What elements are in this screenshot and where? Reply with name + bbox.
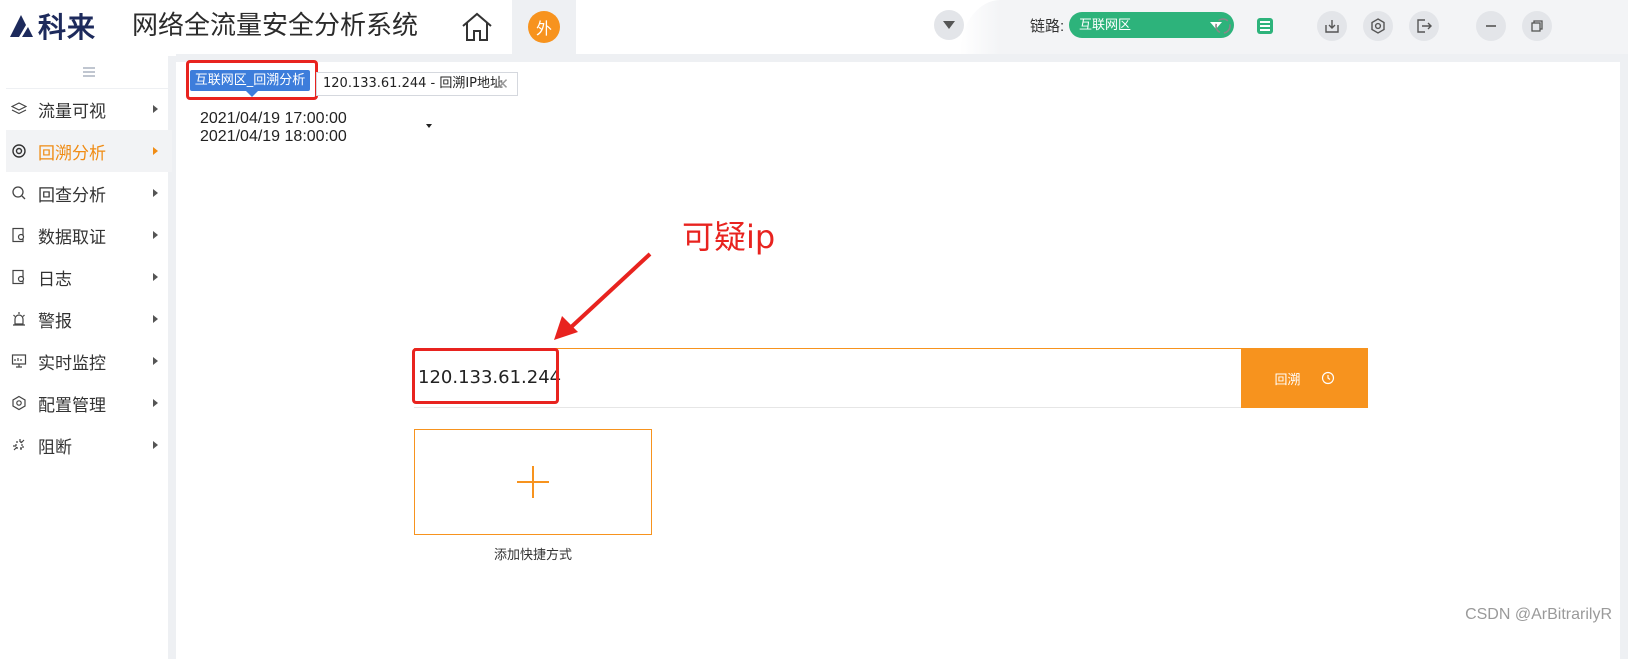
sidebar-item-monitoring[interactable]: 实时监控 (6, 340, 172, 382)
minimize-icon (1486, 25, 1496, 27)
backtrack-search-row: 120.133.61.244 回溯 (412, 348, 1368, 408)
time-range-caret-icon[interactable] (426, 124, 432, 128)
backtrack-button[interactable]: 回溯 (1241, 348, 1368, 408)
caret-right-icon (153, 273, 158, 281)
caret-right-icon (153, 357, 158, 365)
sidebar-item-label: 回查分析 (38, 185, 106, 206)
caret-right-icon (153, 189, 158, 197)
tab-ip-address[interactable]: 120.133.61.244 - 回溯IP地址 ✕ (316, 72, 518, 96)
logo-text: 科来 (38, 11, 97, 44)
home-icon (462, 12, 492, 41)
external-zone-badge: 外 (528, 11, 560, 43)
sidebar-item-traffic-view[interactable]: 流量可视 (6, 88, 172, 130)
backtrack-icon (10, 142, 28, 160)
link-label: 链路: (1030, 18, 1065, 35)
sidebar-item-label: 实时监控 (38, 353, 106, 374)
caret-right-icon (153, 399, 158, 407)
sidebar-item-label: 流量可视 (38, 101, 106, 122)
block-icon (10, 436, 28, 454)
app-title: 网络全流量安全分析系统 (132, 11, 419, 41)
annotation-label: 可疑ip (682, 218, 776, 256)
minimize-button[interactable] (1476, 11, 1506, 41)
sidebar-item-label: 回溯分析 (38, 143, 106, 164)
caret-right-icon (153, 231, 158, 239)
sidebar-item-forensics[interactable]: 数据取证 (6, 214, 172, 256)
restore-icon (1531, 20, 1543, 32)
time-range-start: 2021/04/19 17:00:00 (200, 110, 347, 127)
monitor-icon (10, 352, 28, 370)
home-button[interactable] (458, 8, 496, 46)
log-icon (10, 268, 28, 286)
alarm-icon (10, 310, 28, 328)
caret-right-icon (153, 315, 158, 323)
caret-right-icon (153, 441, 158, 449)
settings-icon (1371, 18, 1385, 34)
add-shortcut-button[interactable] (414, 429, 652, 535)
sidebar-item-backtrack[interactable]: 回溯分析 (6, 130, 172, 172)
external-zone-tab[interactable]: 外 (512, 0, 576, 54)
caret-right-icon (153, 105, 158, 113)
content-top-gutter (176, 54, 1628, 62)
logout-button[interactable] (1409, 11, 1439, 41)
sidebar-item-label: 警报 (38, 311, 72, 332)
sidebar-item-label: 阻断 (38, 437, 72, 458)
caret-right-icon (153, 147, 158, 155)
refresh-icon (1215, 18, 1231, 34)
watermark: CSDN @ArBitrarilyR (1465, 606, 1612, 623)
sidebar: 流量可视 回溯分析 回查分析 数据取证 日志 警报 实时监控 配置管理 阻断 (0, 56, 176, 659)
sidebar-item-block[interactable]: 阻断 (6, 424, 172, 466)
logo: 科来 (8, 8, 96, 44)
top-bar: 科来 网络全流量安全分析系统 外 链路: 互联网区 (0, 0, 1628, 54)
settings-button[interactable] (1363, 11, 1393, 41)
plus-icon (517, 466, 549, 498)
chevron-down-icon (943, 21, 955, 29)
annotation-highlight-tab (186, 60, 318, 100)
restore-button[interactable] (1522, 11, 1552, 41)
annotation-arrow (554, 252, 652, 340)
evidence-icon (10, 226, 28, 244)
tab-ip-label: 120.133.61.244 - 回溯IP地址 (323, 76, 504, 91)
hamburger-icon (83, 67, 95, 77)
refresh-button[interactable] (1208, 11, 1238, 41)
download-button[interactable] (1317, 11, 1347, 41)
content-right-gutter (1620, 54, 1628, 659)
time-range-picker[interactable]: 2021/04/19 17:00:00 2021/04/19 18:00:00 (200, 110, 347, 146)
stats-button[interactable] (1250, 11, 1280, 41)
backtrack-button-label: 回溯 (1274, 372, 1301, 388)
header-dropdown-button[interactable] (934, 10, 964, 40)
sidebar-item-config[interactable]: 配置管理 (6, 382, 172, 424)
sidebar-item-alarms[interactable]: 警报 (6, 298, 172, 340)
annotation-highlight-ip (412, 348, 559, 404)
sidebar-item-logs[interactable]: 日志 (6, 256, 172, 298)
config-icon (10, 394, 28, 412)
download-icon (1325, 20, 1339, 33)
link-select-value: 互联网区 (1079, 17, 1132, 32)
sidebar-item-label: 数据取证 (38, 227, 106, 248)
history-icon (1321, 371, 1334, 385)
sidebar-item-review[interactable]: 回查分析 (6, 172, 172, 214)
sidebar-item-label: 日志 (38, 269, 72, 290)
close-icon[interactable]: ✕ (496, 73, 509, 95)
add-shortcut-label: 添加快捷方式 (493, 548, 572, 563)
time-range-end: 2021/04/19 18:00:00 (200, 128, 347, 145)
logo-icon (8, 13, 34, 39)
sidebar-item-label: 配置管理 (38, 395, 106, 416)
stats-icon (1257, 18, 1273, 34)
logout-icon (1417, 19, 1432, 33)
search-icon (10, 184, 28, 202)
layers-icon (10, 100, 28, 118)
sidebar-collapse-button[interactable] (6, 56, 172, 89)
